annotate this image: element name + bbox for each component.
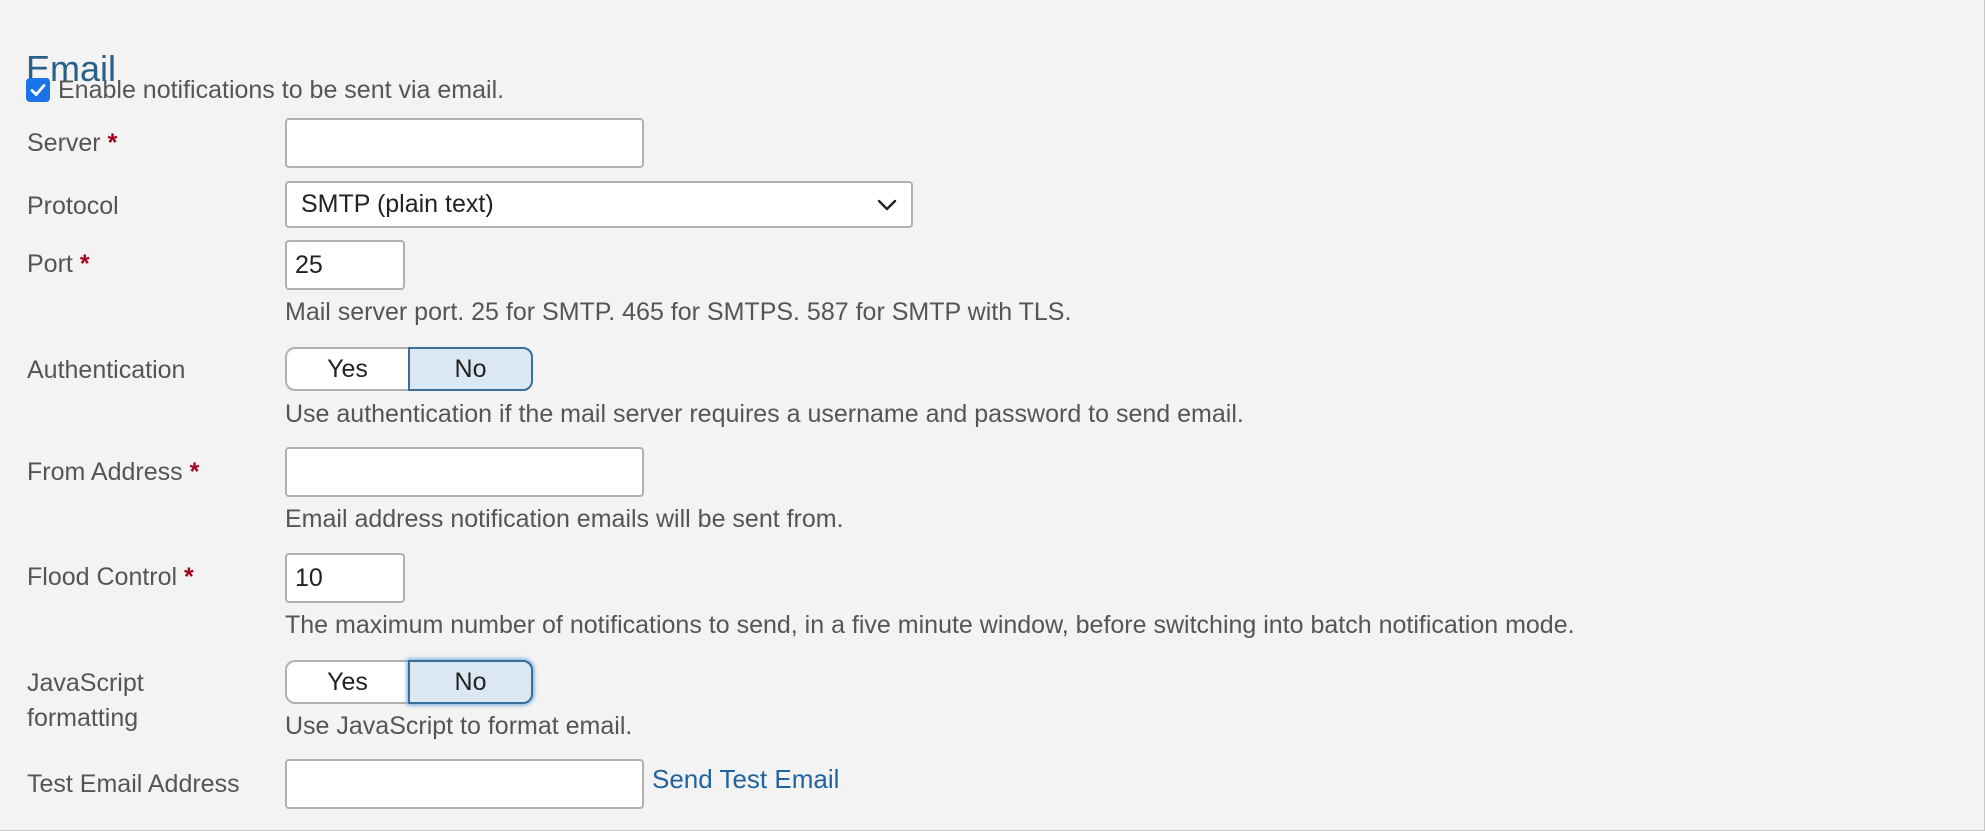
authentication-no-button[interactable]: No bbox=[408, 347, 533, 391]
authentication-label: Authentication bbox=[27, 356, 186, 384]
authentication-yes-button[interactable]: Yes bbox=[285, 347, 408, 391]
chevron-down-icon bbox=[877, 199, 897, 210]
server-input[interactable] bbox=[285, 118, 644, 168]
enable-email-label: Enable notifications to be sent via emai… bbox=[58, 75, 505, 104]
from-address-input[interactable] bbox=[285, 447, 644, 497]
port-label-text: Port bbox=[27, 250, 73, 278]
server-required-marker: * bbox=[107, 129, 118, 157]
from-address-label-text: From Address bbox=[27, 458, 183, 486]
test-email-label: Test Email Address bbox=[27, 770, 240, 798]
javascript-formatting-yes-button[interactable]: Yes bbox=[285, 660, 408, 704]
protocol-select-value: SMTP (plain text) bbox=[301, 190, 494, 218]
port-required-marker: * bbox=[79, 250, 90, 278]
protocol-select[interactable]: SMTP (plain text) bbox=[285, 181, 913, 228]
from-address-label: From Address * bbox=[27, 455, 199, 490]
javascript-formatting-help-text: Use JavaScript to format email. bbox=[285, 712, 633, 740]
flood-control-input[interactable]: 10 bbox=[285, 553, 405, 603]
port-help-text: Mail server port. 25 for SMTP. 465 for S… bbox=[285, 298, 1072, 326]
flood-control-label: Flood Control * bbox=[27, 560, 194, 595]
server-label: Server * bbox=[27, 126, 117, 161]
javascript-formatting-toggle: Yes No bbox=[285, 660, 533, 704]
from-address-help-text: Email address notification emails will b… bbox=[285, 505, 844, 533]
server-label-text: Server bbox=[27, 129, 101, 157]
test-email-input[interactable] bbox=[285, 759, 644, 809]
send-test-email-link[interactable]: Send Test Email bbox=[652, 764, 839, 795]
flood-control-help-text: The maximum number of notifications to s… bbox=[285, 611, 1575, 639]
flood-control-required-marker: * bbox=[184, 563, 194, 591]
javascript-formatting-label-line2: formatting bbox=[27, 704, 139, 732]
javascript-formatting-label: JavaScript formatting bbox=[27, 666, 144, 736]
email-settings-panel: Email Enable notifications to be sent vi… bbox=[0, 0, 1985, 831]
javascript-formatting-label-line1: JavaScript bbox=[27, 669, 144, 697]
authentication-help-text: Use authentication if the mail server re… bbox=[285, 400, 1244, 428]
javascript-formatting-no-button[interactable]: No bbox=[408, 660, 533, 704]
checkmark-icon bbox=[30, 84, 46, 96]
from-address-required-marker: * bbox=[189, 458, 200, 486]
enable-email-checkbox[interactable] bbox=[26, 78, 50, 102]
authentication-toggle: Yes No bbox=[285, 347, 533, 391]
enable-email-row: Enable notifications to be sent via emai… bbox=[26, 74, 504, 106]
port-input[interactable]: 25 bbox=[285, 240, 405, 290]
protocol-label: Protocol bbox=[27, 192, 119, 220]
port-label: Port * bbox=[27, 247, 90, 282]
flood-control-label-text: Flood Control bbox=[27, 563, 178, 591]
